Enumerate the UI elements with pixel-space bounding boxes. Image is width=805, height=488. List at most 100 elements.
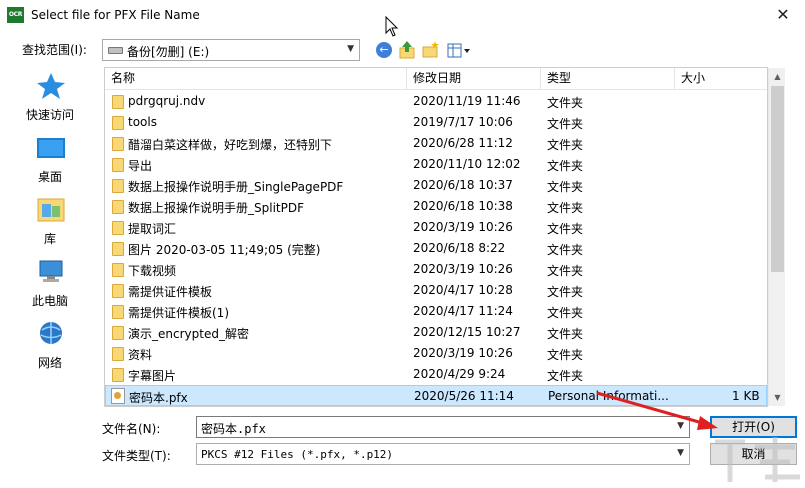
folder-icon xyxy=(112,200,124,214)
mouse-cursor-icon xyxy=(385,16,399,37)
file-date: 2020/4/17 11:24 xyxy=(413,304,513,318)
column-header: ⌃ 名称 修改日期 类型 大小 xyxy=(105,68,767,90)
library-icon xyxy=(37,198,65,222)
scroll-down-icon[interactable]: ▼ xyxy=(769,389,786,406)
network-icon xyxy=(40,322,62,344)
file-name: 导出 xyxy=(128,159,153,173)
file-row[interactable]: 提取词汇 2020/3/19 10:26 文件夹 xyxy=(105,217,767,238)
file-date: 2020/3/19 10:26 xyxy=(413,220,513,234)
file-name: 需提供证件模板 xyxy=(128,285,213,299)
scroll-up-icon[interactable]: ▲ xyxy=(769,68,786,85)
window-title: Select file for PFX File Name xyxy=(31,8,200,22)
folder-icon xyxy=(112,116,124,130)
file-row[interactable]: tools 2019/7/17 10:06 文件夹 xyxy=(105,112,767,133)
file-type: 文件夹 xyxy=(547,138,584,152)
file-name: 资料 xyxy=(128,348,153,362)
lookin-value: 备份[勿删] (E:) xyxy=(127,45,210,59)
place-network[interactable]: 网络 xyxy=(0,314,100,376)
file-row[interactable]: 醋溜白菜这样做，好吃到爆，还特别下 2020/6/28 11:12 文件夹 xyxy=(105,133,767,154)
column-name[interactable]: 名称 xyxy=(105,68,407,90)
file-date: 2020/5/26 11:14 xyxy=(414,389,514,403)
chevron-down-icon: ▼ xyxy=(347,44,354,54)
lookin-dropdown[interactable]: 备份[勿删] (E:) ▼ xyxy=(102,39,360,61)
filetype-dropdown[interactable]: PKCS #12 Files (*.pfx, *.p12) ▼ xyxy=(196,443,690,465)
file-name: 密码本.pfx xyxy=(129,391,188,405)
file-row[interactable]: 导出 2020/11/10 12:02 文件夹 xyxy=(105,154,767,175)
new-folder-icon[interactable] xyxy=(422,40,440,60)
up-folder-icon[interactable] xyxy=(398,40,416,60)
place-desktop[interactable]: 桌面 xyxy=(0,128,100,190)
file-row[interactable]: 数据上报操作说明手册_SinglePagePDF 2020/6/18 10:37 文… xyxy=(105,175,767,196)
back-arrow-icon[interactable]: ← xyxy=(376,42,392,58)
file-row[interactable]: 资料 2020/3/19 10:26 文件夹 xyxy=(105,343,767,364)
folder-icon xyxy=(112,137,124,151)
file-name: 下载视频 xyxy=(128,264,177,278)
file-name: 数据上报操作说明手册_SplitPDF xyxy=(128,201,304,215)
file-type: 文件夹 xyxy=(547,159,584,173)
watermark-logo-icon xyxy=(715,437,800,482)
vertical-scrollbar[interactable]: ▲ ▼ xyxy=(768,68,785,406)
file-type: Personal Informati... xyxy=(548,389,669,403)
file-type: 文件夹 xyxy=(547,201,584,215)
desktop-icon xyxy=(37,138,65,158)
star-icon xyxy=(37,73,65,99)
file-date: 2020/12/15 10:27 xyxy=(413,325,521,339)
ocr-app-icon: OCR xyxy=(7,7,24,23)
file-date: 2020/6/18 10:37 xyxy=(413,178,513,192)
file-name: 醋溜白菜这样做，好吃到爆，还特别下 xyxy=(128,138,333,152)
file-row[interactable]: 字幕图片 2020/4/29 9:24 文件夹 xyxy=(105,364,767,385)
chevron-down-icon: ▼ xyxy=(677,448,684,458)
chevron-down-icon[interactable]: ▼ xyxy=(677,421,684,431)
file-name: 数据上报操作说明手册_SinglePagePDF xyxy=(128,180,344,194)
file-row[interactable]: 下载视频 2020/3/19 10:26 文件夹 xyxy=(105,259,767,280)
folder-icon xyxy=(112,368,124,382)
file-type: 文件夹 xyxy=(547,243,584,257)
drive-icon xyxy=(108,47,123,54)
file-name: 需提供证件模板(1) xyxy=(128,306,229,320)
scroll-thumb[interactable] xyxy=(771,86,784,272)
column-type[interactable]: 类型 xyxy=(541,68,675,90)
file-row[interactable]: pdrgqruj.ndv 2020/11/19 11:46 文件夹 xyxy=(105,91,767,112)
file-date: 2019/7/17 10:06 xyxy=(413,115,513,129)
file-type: 文件夹 xyxy=(547,285,584,299)
file-row-selected[interactable]: 密码本.pfx 2020/5/26 11:14 Personal Informati… xyxy=(105,385,767,406)
filename-label: 文件名(N): xyxy=(102,422,161,436)
file-row[interactable]: 需提供证件模板(1) 2020/4/17 11:24 文件夹 xyxy=(105,301,767,322)
column-date[interactable]: 修改日期 xyxy=(407,68,541,90)
place-quick-access[interactable]: 快速访问 xyxy=(0,66,100,128)
file-list[interactable]: ⌃ 名称 修改日期 类型 大小 pdrgqruj.ndv 2020/11/19 1… xyxy=(104,67,768,407)
file-row[interactable]: 数据上报操作说明手册_SplitPDF 2020/6/18 10:38 文件夹 xyxy=(105,196,767,217)
file-row[interactable]: 演示_encrypted_解密 2020/12/15 10:27 文件夹 xyxy=(105,322,767,343)
file-date: 2020/11/19 11:46 xyxy=(413,94,521,108)
file-type: 文件夹 xyxy=(547,264,584,278)
file-type: 文件夹 xyxy=(547,180,584,194)
folder-icon xyxy=(112,326,124,340)
file-name: pdrgqruj.ndv xyxy=(128,94,206,108)
file-row[interactable]: 需提供证件模板 2020/4/17 10:28 文件夹 xyxy=(105,280,767,301)
file-name: 字幕图片 xyxy=(128,369,177,383)
file-name: 图片 2020-03-05 11;49;05 (完整) xyxy=(128,243,321,257)
place-label: 快速访问 xyxy=(25,108,74,122)
file-type: 文件夹 xyxy=(547,369,584,383)
file-date: 2020/3/19 10:26 xyxy=(413,346,513,360)
filename-input[interactable]: 密码本.pfx ▼ xyxy=(196,416,690,438)
place-library[interactable]: 库 xyxy=(0,190,100,252)
filename-value: 密码本.pfx xyxy=(201,422,266,436)
file-date: 2020/11/10 12:02 xyxy=(413,157,521,171)
column-size[interactable]: 大小 xyxy=(675,68,767,90)
place-label: 库 xyxy=(43,232,56,246)
place-this-pc[interactable]: 此电脑 xyxy=(0,252,100,314)
place-label: 网络 xyxy=(37,356,62,370)
file-date: 2020/6/18 8:22 xyxy=(413,241,506,255)
file-type: 文件夹 xyxy=(547,306,584,320)
view-menu-icon[interactable] xyxy=(447,41,473,61)
file-date: 2020/6/28 11:12 xyxy=(413,136,513,150)
folder-icon xyxy=(112,242,124,256)
folder-icon xyxy=(112,95,124,109)
place-label: 桌面 xyxy=(37,170,62,184)
lookin-label: 查找范围(I): xyxy=(22,43,87,57)
computer-icon xyxy=(39,260,63,282)
file-row[interactable]: 图片 2020-03-05 11;49;05 (完整) 2020/6/18 8:2… xyxy=(105,238,767,259)
close-button[interactable]: ✕ xyxy=(768,4,798,26)
folder-icon xyxy=(112,347,124,361)
